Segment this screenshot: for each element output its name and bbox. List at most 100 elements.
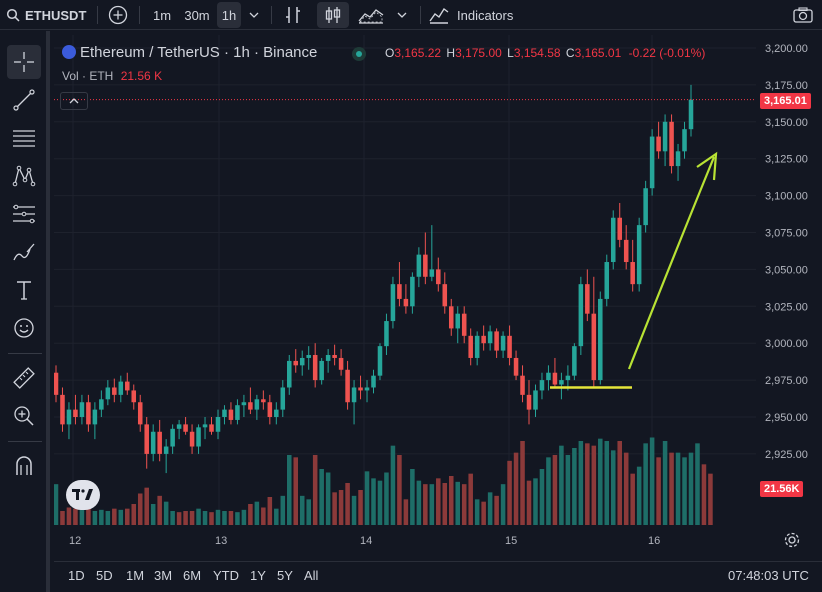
chart-legend: Ethereum / TetherUS · 1h · Binance: [62, 44, 317, 61]
range-5d-button[interactable]: 5D: [96, 568, 113, 583]
brush-tool[interactable]: [7, 235, 41, 269]
brush-icon: [13, 243, 35, 261]
volume-bar: [701, 464, 707, 525]
volume-legend: Vol · ETH 21.56 K: [62, 69, 162, 83]
candle-down: [209, 424, 214, 432]
candle-up: [371, 375, 376, 388]
tradingview-logo-icon: [72, 489, 93, 500]
candle-up: [500, 335, 506, 351]
volume-bar: [636, 466, 642, 525]
divider: [8, 353, 42, 354]
chevron-down-icon: [397, 12, 407, 18]
tradingview-logo[interactable]: [66, 480, 100, 510]
arrow-annotation[interactable]: [627, 151, 718, 370]
zoom-in-tool[interactable]: [7, 399, 41, 433]
candle-down: [332, 355, 337, 358]
candle-up: [118, 381, 124, 395]
trend-line-icon: [13, 89, 35, 111]
volume-bar: [474, 499, 480, 525]
candle-up: [364, 387, 370, 391]
candle-up: [416, 254, 422, 277]
symbol-search[interactable]: ETHUSDT: [6, 0, 92, 30]
drawing-toolbar: [0, 31, 50, 592]
interval-1m-button[interactable]: 1m: [148, 0, 176, 30]
candle-down: [507, 335, 512, 358]
candle-up: [688, 99, 694, 130]
clock[interactable]: 07:48:03 UTC: [728, 568, 809, 583]
candle-down: [125, 381, 130, 391]
pattern-tool[interactable]: [7, 159, 41, 193]
volume-bar: [235, 512, 240, 525]
volume-bar: [526, 480, 532, 525]
candle-down: [442, 284, 448, 307]
settings-button[interactable]: [783, 531, 801, 549]
candle-down: [436, 269, 441, 285]
volume-bar: [163, 501, 169, 525]
time-scale[interactable]: 12 13 14 15 16: [54, 527, 822, 553]
market-status-dot[interactable]: [352, 47, 366, 61]
range-1d-button[interactable]: 1D: [68, 568, 85, 583]
compare-symbol-button[interactable]: [106, 0, 130, 30]
collapse-legend-button[interactable]: [60, 92, 88, 110]
interval-30m-button[interactable]: 30m: [180, 0, 214, 30]
camera-icon: [793, 7, 813, 23]
pattern-icon: [12, 165, 36, 187]
candle-up: [92, 409, 98, 425]
candle-up: [429, 269, 435, 277]
candle-up: [649, 136, 655, 189]
candle-up: [202, 424, 208, 428]
forecast-tool[interactable]: [7, 197, 41, 231]
bar-style-button[interactable]: [280, 0, 306, 30]
divider: [139, 6, 140, 24]
volume-bar: [610, 450, 616, 525]
volume-bar: [118, 509, 124, 525]
range-ytd-button[interactable]: YTD: [213, 568, 239, 583]
range-all-button[interactable]: All: [304, 568, 318, 583]
crosshair-tool[interactable]: [7, 45, 41, 79]
symbol-title[interactable]: Ethereum / TetherUS · 1h · Binance: [80, 44, 317, 61]
chart-type-dropdown-button[interactable]: [393, 0, 411, 30]
range-6m-button[interactable]: 6M: [183, 568, 201, 583]
range-1m-button[interactable]: 1M: [126, 568, 144, 583]
volume-bar: [598, 438, 603, 525]
candle-up: [299, 357, 305, 366]
candle-up: [105, 387, 111, 400]
candle-up: [533, 390, 538, 410]
candle-down: [630, 262, 635, 285]
ohlc-values: O3,165.22 H3,175.00 L3,154.58 C3,165.01 …: [385, 46, 705, 60]
horizontal-lines-tool[interactable]: [7, 121, 41, 155]
candle-down: [520, 375, 525, 395]
volume-bar: [682, 457, 687, 525]
bottom-toolbar: 1D 5D 1M 3M 6M YTD 1Y 5Y All 07:48:03 UT…: [54, 561, 822, 592]
volume-bar: [325, 472, 331, 525]
time-tick-label: 12: [69, 535, 81, 547]
volume-bar: [312, 455, 318, 525]
text-tool[interactable]: [7, 273, 41, 307]
candle-down: [481, 335, 486, 344]
range-1y-button[interactable]: 1Y: [250, 568, 266, 583]
area-style-button[interactable]: [354, 0, 388, 30]
range-3m-button[interactable]: 3M: [154, 568, 172, 583]
volume-bar: [461, 484, 467, 525]
emoji-tool[interactable]: [7, 311, 41, 345]
volume-bar: [228, 511, 234, 525]
interval-1h-button[interactable]: 1h: [217, 2, 241, 28]
forecast-icon: [13, 204, 35, 224]
magnet-icon: [16, 456, 32, 475]
volume-bar: [520, 441, 525, 525]
interval-dropdown-button[interactable]: [245, 0, 263, 30]
magnet-tool[interactable]: [7, 449, 41, 483]
candle-down: [131, 390, 137, 403]
price-chart[interactable]: [54, 35, 756, 525]
close-value: 3,165.01: [574, 46, 622, 60]
screenshot-button[interactable]: [790, 0, 816, 30]
measure-tool[interactable]: [7, 361, 41, 395]
volume-bar: [410, 469, 415, 525]
candles-style-button[interactable]: [317, 2, 349, 28]
volume-bar: [643, 443, 648, 525]
indicators-button[interactable]: Indicators: [429, 0, 529, 30]
trend-line-tool[interactable]: [7, 83, 41, 117]
price-tick-label: 3,100.00: [765, 191, 808, 203]
range-5y-button[interactable]: 5Y: [277, 568, 293, 583]
candle-up: [384, 321, 389, 347]
